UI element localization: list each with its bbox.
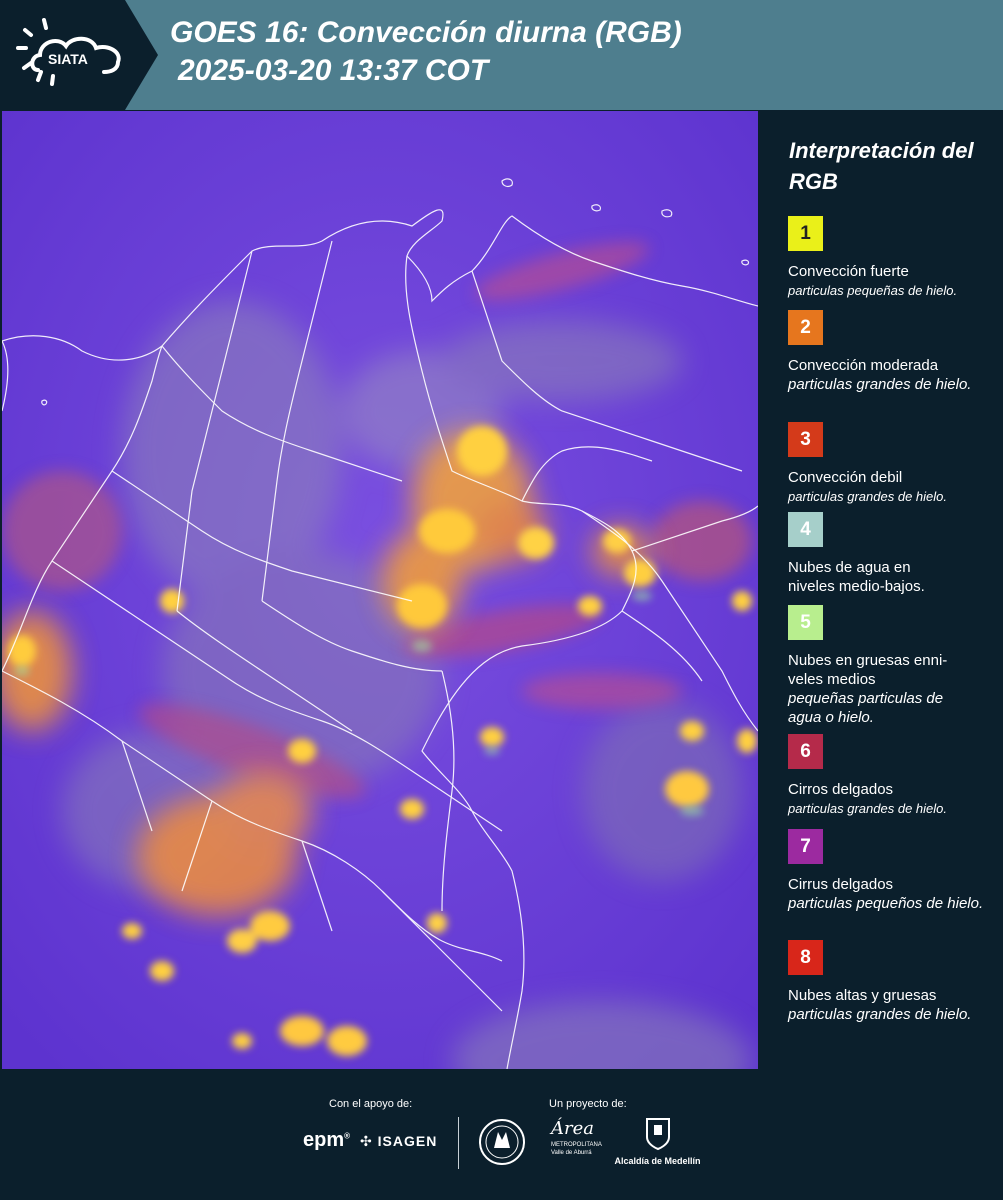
medellin-seal-logo [478,1118,526,1166]
legend-swatch-8: 8 [788,940,823,975]
legend-label: Nubes en gruesas enni-veles medios [788,652,948,688]
legend-desc: pequeñas particulas de agua o hielo. [788,690,944,726]
legend-number: 3 [800,428,811,450]
legend-swatch-3: 3 [788,422,823,457]
legend-desc: particulas grandes de hielo. [788,489,947,504]
alcaldia-shield-icon [645,1118,670,1151]
legend-item-2: 2 Convección moderada particulas grandes … [788,310,988,394]
legend-desc: particulas grandes de hielo. [788,376,972,393]
area-logo-sub1: METROPOLITANA [551,1142,602,1148]
legend-item-4: 4 Nubes de agua en niveles medio-bajos. [788,512,988,596]
legend-item-7: 7 Cirrus delgados particulas pequeños de … [788,829,988,913]
support-label: Con el apoyo de: [329,1098,413,1110]
footer-bar: Con el apoyo de: Un proyecto de: epm® ✣ … [0,1069,1003,1200]
legend-number: 4 [800,518,811,540]
area-metropolitana-logo: Área METROPOLITANA Valle de Aburrá [551,1118,602,1157]
siata-logo-text: SIATA [48,51,88,67]
legend-label: Convección debil [788,469,903,486]
isagen-logo: ✣ ISAGEN [360,1133,437,1150]
satellite-image [2,111,758,1069]
footer-divider [458,1117,459,1169]
legend-number: 1 [800,222,811,244]
alcaldia-logo: Alcaldía de Medellín [610,1117,705,1166]
legend-label: Convección fuerte [788,263,909,280]
siata-logo: SIATA [0,0,158,110]
legend-item-8: 8 Nubes altas y gruesas particulas grande… [788,940,988,1024]
legend-swatch-6: 6 [788,734,823,769]
legend-swatch-2: 2 [788,310,823,345]
legend-desc: particulas pequeños de hielo. [788,895,984,912]
legend-number: 5 [800,611,811,633]
alcaldia-logo-text: Alcaldía de Medellín [614,1156,701,1166]
legend-item-6: 6 Cirros delgados particulas grandes de h… [788,734,988,818]
legend-desc: particulas pequeñas de hielo. [788,283,958,298]
legend-swatch-5: 5 [788,605,823,640]
page-title: GOES 16: Convección diurna (RGB) 2025-03… [170,14,682,90]
legend-desc: particulas grandes de hielo. [788,1006,972,1023]
epm-logo: epm® [303,1129,351,1151]
legend-item-5: 5 Nubes en gruesas enni-veles medios pequ… [788,605,988,727]
isagen-symbol-icon: ✣ [360,1133,373,1149]
legend-label: Cirros delgados [788,781,894,798]
legend-desc: particulas grandes de hielo. [788,801,947,816]
legend-label: Nubes altas y gruesas [788,987,937,1004]
isagen-logo-text: ISAGEN [377,1133,438,1149]
legend-swatch-1: 1 [788,216,823,251]
legend-item-3: 3 Convección debil particulas grandes de … [788,422,988,506]
legend-number: 7 [800,835,811,857]
header-bar: SIATA GOES 16: Convección diurna (RGB) 2… [0,0,1003,110]
area-logo-title: Área [551,1118,594,1139]
epm-logo-text: epm [303,1129,345,1151]
legend-label: Nubes de agua en niveles medio-bajos. [788,559,925,595]
legend-label: Cirrus delgados [788,876,894,893]
legend-label: Convección moderada [788,357,939,374]
legend-number: 6 [800,740,811,762]
legend-number: 8 [800,946,811,968]
legend-swatch-7: 7 [788,829,823,864]
legend-panel: Interpretación del RGB 1 Convección fuer… [760,111,1003,1069]
legend-item-1: 1 Convección fuerte particulas pequeñas d… [788,216,988,300]
legend-swatch-4: 4 [788,512,823,547]
title-line-1: GOES 16: Convección diurna (RGB) [170,16,682,49]
satellite-map[interactable] [2,111,758,1069]
area-logo-sub2: Valle de Aburrá [551,1150,592,1156]
project-label: Un proyecto de: [549,1098,627,1110]
legend-number: 2 [800,316,811,338]
title-line-2: 2025-03-20 13:37 COT [178,54,489,87]
legend-title: Interpretación del RGB [789,138,974,194]
